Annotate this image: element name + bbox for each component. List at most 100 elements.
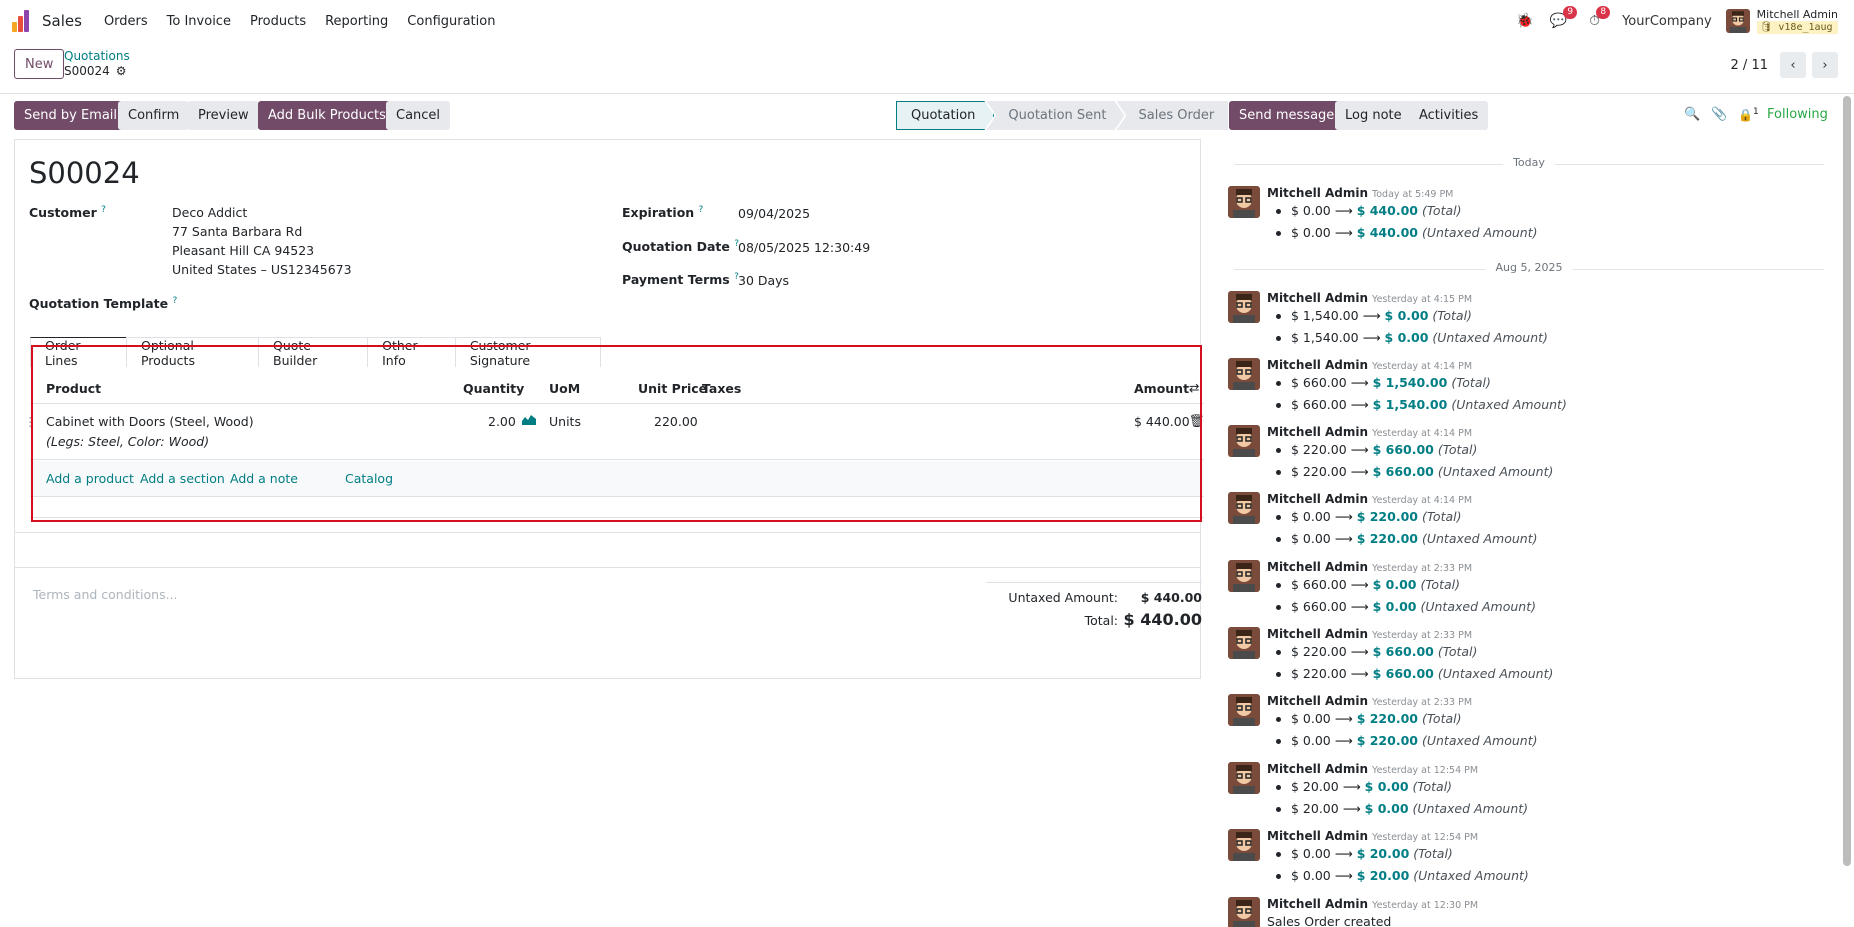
order-lines-add-row: Add a product Add a section Add a note C… bbox=[30, 461, 1204, 497]
col-uom[interactable]: UoM bbox=[549, 381, 580, 396]
quotation-date-label: Quotation Date ? bbox=[622, 239, 740, 255]
clock-icon[interactable]: ⏱ 8 bbox=[1589, 6, 1611, 29]
preview-button[interactable]: Preview bbox=[188, 101, 259, 130]
sales-app-icon[interactable] bbox=[12, 10, 34, 32]
breadcrumb-record: S00024 bbox=[64, 64, 110, 78]
line-variant: (Legs: Steel, Color: Wood) bbox=[46, 434, 210, 449]
new-button[interactable]: New bbox=[14, 49, 65, 79]
author-avatar[interactable] bbox=[1228, 694, 1260, 726]
tab-other-info[interactable]: Other Info bbox=[367, 337, 456, 368]
message-author[interactable]: Mitchell Admin Yesterday at 4:14 PM bbox=[1267, 492, 1472, 506]
terms-and-conditions-field[interactable]: Terms and conditions... bbox=[33, 587, 178, 602]
message-author[interactable]: Mitchell Admin Yesterday at 12:54 PM bbox=[1267, 829, 1478, 843]
column-settings-icon[interactable]: ⇄ bbox=[1189, 380, 1199, 395]
catalog-link[interactable]: Catalog bbox=[345, 471, 393, 486]
tracking-line: $ 20.00 ⟶ $ 0.00 (Untaxed Amount) bbox=[1276, 801, 1528, 816]
chevron-left-icon[interactable]: ‹ bbox=[1780, 52, 1806, 78]
menu-to-invoice[interactable]: To Invoice bbox=[167, 14, 231, 29]
old-value: $ 220.00 bbox=[1291, 666, 1347, 681]
col-product[interactable]: Product bbox=[46, 381, 101, 396]
message-author[interactable]: Mitchell Admin Yesterday at 12:54 PM bbox=[1267, 762, 1478, 776]
old-value: $ 1,540.00 bbox=[1291, 330, 1359, 345]
author-avatar[interactable] bbox=[1228, 897, 1260, 927]
message-author[interactable]: Mitchell Admin Yesterday at 2:33 PM bbox=[1267, 560, 1472, 574]
author-avatar[interactable] bbox=[1228, 627, 1260, 659]
author-avatar[interactable] bbox=[1228, 291, 1260, 323]
col-quantity[interactable]: Quantity bbox=[463, 381, 524, 396]
user-avatar[interactable] bbox=[1725, 9, 1750, 33]
chat-icon[interactable]: 💬 9 bbox=[1550, 6, 1578, 29]
tab-order-lines[interactable]: Order Lines bbox=[30, 337, 127, 368]
menu-reporting[interactable]: Reporting bbox=[325, 14, 388, 29]
tab-quote-builder[interactable]: Quote Builder bbox=[258, 337, 369, 368]
new-value: $ 0.00 bbox=[1384, 330, 1429, 345]
col-unit-price[interactable]: Unit Price bbox=[638, 381, 707, 396]
drag-handle-icon[interactable]: ⋮ bbox=[24, 414, 37, 429]
message-author[interactable]: Mitchell Admin Today at 5:49 PM bbox=[1267, 186, 1453, 200]
old-value: $ 0.00 bbox=[1291, 509, 1331, 524]
stage-quotation[interactable]: Quotation bbox=[896, 101, 994, 130]
message-author[interactable]: Mitchell Admin Yesterday at 4:14 PM bbox=[1267, 425, 1472, 439]
author-avatar[interactable] bbox=[1228, 829, 1260, 861]
message-author[interactable]: Mitchell Admin Yesterday at 12:30 PM bbox=[1267, 897, 1478, 911]
trash-icon[interactable]: 🗑 bbox=[1189, 413, 1205, 429]
arrow-right-icon: ⟶ bbox=[1334, 203, 1353, 218]
message-author[interactable]: Mitchell Admin Yesterday at 2:33 PM bbox=[1267, 627, 1472, 641]
forecast-chart-icon[interactable] bbox=[522, 413, 536, 428]
old-value: $ 0.00 bbox=[1291, 733, 1331, 748]
stage-sales-order[interactable]: Sales Order bbox=[1116, 101, 1229, 130]
send-by-email-button[interactable]: Send by Email bbox=[14, 101, 128, 130]
breadcrumb-quotations[interactable]: Quotations bbox=[64, 49, 130, 63]
author-avatar[interactable] bbox=[1228, 186, 1260, 218]
line-uom[interactable]: Units bbox=[549, 414, 581, 429]
company-switcher[interactable]: YourCompany bbox=[1622, 14, 1712, 29]
line-product[interactable]: Cabinet with Doors (Steel, Wood) bbox=[46, 414, 254, 429]
menu-configuration[interactable]: Configuration bbox=[407, 14, 495, 29]
confirm-button[interactable]: Confirm bbox=[118, 101, 190, 130]
message-author[interactable]: Mitchell Admin Yesterday at 2:33 PM bbox=[1267, 694, 1472, 708]
arrow-right-icon: ⟶ bbox=[1350, 397, 1369, 412]
gear-icon[interactable]: ⚙ bbox=[116, 64, 127, 78]
table-row[interactable]: ⋮ Cabinet with Doors (Steel, Wood) (Legs… bbox=[24, 405, 1205, 460]
line-quantity[interactable]: 2.00 bbox=[488, 414, 516, 429]
new-value: $ 0.00 bbox=[1384, 308, 1429, 323]
stage-quotation-sent[interactable]: Quotation Sent bbox=[986, 101, 1124, 130]
author-avatar[interactable] bbox=[1228, 425, 1260, 457]
message-author[interactable]: Mitchell Admin Yesterday at 4:14 PM bbox=[1267, 358, 1472, 372]
author-avatar[interactable] bbox=[1228, 492, 1260, 524]
tab-customer-signature[interactable]: Customer Signature bbox=[454, 337, 602, 368]
menu-orders[interactable]: Orders bbox=[104, 14, 148, 29]
author-avatar[interactable] bbox=[1228, 762, 1260, 794]
message-author[interactable]: Mitchell Admin Yesterday at 4:15 PM bbox=[1267, 291, 1472, 305]
tab-optional-products[interactable]: Optional Products bbox=[125, 337, 259, 368]
add-section-link[interactable]: Add a section bbox=[140, 471, 225, 486]
expiration-field[interactable]: 09/04/2025 bbox=[738, 204, 810, 223]
app-name[interactable]: Sales bbox=[42, 12, 82, 30]
arrow-right-icon: ⟶ bbox=[1334, 509, 1353, 524]
line-unit-price[interactable]: 220.00 bbox=[654, 414, 698, 429]
author-avatar[interactable] bbox=[1228, 560, 1260, 592]
add-note-link[interactable]: Add a note bbox=[230, 471, 298, 486]
customer-country: United States – US12345673 bbox=[172, 262, 352, 277]
bug-icon[interactable]: 🐞 bbox=[1516, 13, 1533, 29]
chatter-scrollbar[interactable] bbox=[1843, 96, 1851, 866]
add-bulk-products-button[interactable]: Add Bulk Products bbox=[258, 101, 396, 130]
user-menu[interactable]: Mitchell Admin 🛢 v18e_1aug bbox=[1756, 8, 1838, 34]
customer-name: Deco Addict bbox=[172, 205, 248, 220]
pager-value[interactable]: 2 / 11 bbox=[1731, 58, 1768, 73]
payment-terms-field[interactable]: 30 Days bbox=[738, 271, 789, 290]
menu-products[interactable]: Products bbox=[250, 14, 306, 29]
col-amount[interactable]: Amount bbox=[1134, 381, 1189, 396]
chevron-right-icon[interactable]: › bbox=[1812, 52, 1838, 78]
message-time: Yesterday at 4:15 PM bbox=[1372, 294, 1473, 305]
message-body: Sales Order created bbox=[1267, 914, 1392, 927]
col-taxes[interactable]: Taxes bbox=[702, 381, 741, 396]
customer-field[interactable]: Deco Addict 77 Santa Barbara Rd Pleasant… bbox=[172, 203, 352, 279]
author-avatar[interactable] bbox=[1228, 358, 1260, 390]
date-separator: Today bbox=[1234, 156, 1824, 169]
add-product-link[interactable]: Add a product bbox=[46, 471, 134, 486]
old-value: $ 220.00 bbox=[1291, 644, 1347, 659]
cancel-button[interactable]: Cancel bbox=[386, 101, 451, 130]
old-value: $ 0.00 bbox=[1291, 531, 1331, 546]
quotation-date-field[interactable]: 08/05/2025 12:30:49 bbox=[738, 238, 870, 257]
